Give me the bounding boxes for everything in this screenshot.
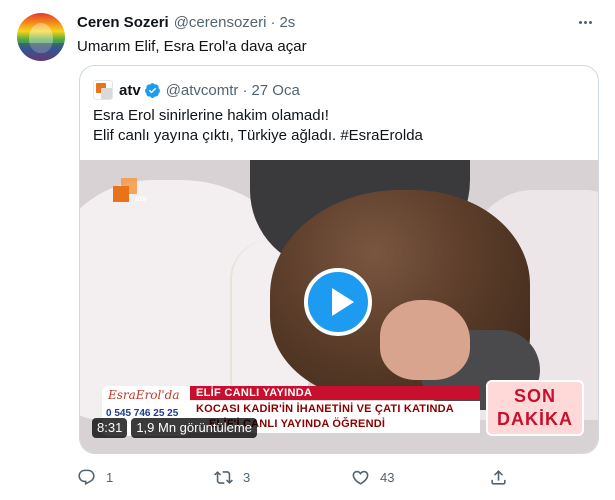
channel-logo: atv [113, 178, 149, 210]
headline-top-text: ELİF CANLI YAYINDA [196, 387, 313, 399]
like-button[interactable]: 43 [351, 466, 394, 488]
tweet[interactable]: Ceren Sozeri @cerensozeri · 2s Umarım El… [0, 0, 615, 500]
video-views: 1,9 Mn görüntüleme [131, 418, 257, 438]
quote-avatar[interactable] [93, 80, 113, 100]
channel-logo-mark [113, 186, 129, 202]
quote-avatar-mark [101, 88, 112, 99]
retweet-button[interactable]: 3 [214, 466, 250, 488]
breaking-line-2: DAKİKA [497, 409, 573, 429]
quote-header-separator: · [242, 81, 248, 99]
headline-line-1: KOCASI KADİR'İN İHANETİNİ VE ÇATI KATIND… [196, 403, 454, 415]
quote-text-line[interactable]: Elif canlı yayına çıktı, Türkiye ağladı.… [93, 126, 423, 146]
tweet-header: Ceren Sozeri @cerensozeri · 2s [77, 12, 295, 32]
like-count: 43 [380, 469, 395, 485]
program-title: EsraErol'da [108, 388, 180, 402]
share-icon [491, 469, 506, 485]
retweet-icon [214, 470, 233, 484]
quote-text: Esra Erol sinirlerine hakim olamadı! Eli… [93, 106, 423, 146]
avatar-shade [17, 43, 65, 61]
reply-count: 1 [106, 469, 114, 485]
tweet-text: Umarım Elif, Esra Erol'a dava açar [77, 38, 307, 55]
like-icon [352, 470, 369, 485]
more-dot [583, 20, 587, 24]
breaking-line-1: SON [513, 386, 556, 406]
tweet-time[interactable]: 2s [279, 14, 295, 31]
channel-logo-label: atv [135, 194, 147, 203]
play-icon[interactable] [304, 268, 372, 336]
share-button[interactable] [489, 466, 508, 488]
more-dot [578, 20, 582, 24]
video-badges: 8:31 1,9 Mn görüntüleme [92, 418, 257, 438]
quote-header: atv @atvcomtr · 27 Oca [93, 80, 300, 100]
action-bar: 1 3 43 [77, 466, 597, 488]
quote-time[interactable]: 27 Oca [251, 82, 299, 99]
quote-author-name[interactable]: atv [119, 82, 141, 99]
quoted-tweet[interactable]: atv @atvcomtr · 27 Oca Esra Erol sinirle… [79, 65, 599, 454]
more-icon[interactable] [574, 12, 596, 32]
video-duration: 8:31 [92, 418, 128, 438]
author-name[interactable]: Ceren Sozeri [77, 14, 169, 31]
video-player[interactable]: atv EsraErol'da 0 545 746 25 25 ELİF CAN… [80, 160, 598, 453]
headline-band-top: ELİF CANLI YAYINDA [190, 386, 480, 400]
avatar[interactable] [17, 13, 65, 61]
video-scene [380, 300, 470, 380]
reply-button[interactable]: 1 [77, 466, 113, 488]
more-dot [588, 20, 592, 24]
breaking-news-badge: SON DAKİKA [486, 380, 584, 436]
quote-text-line: Esra Erol sinirlerine hakim olamadı! [93, 107, 329, 124]
header-separator: · [270, 13, 276, 31]
verified-icon [144, 82, 160, 98]
reply-icon [78, 469, 95, 485]
retweet-count: 3 [243, 469, 251, 485]
author-handle[interactable]: @cerensozeri [174, 14, 267, 31]
quote-author-handle[interactable]: @atvcomtr [166, 82, 239, 99]
